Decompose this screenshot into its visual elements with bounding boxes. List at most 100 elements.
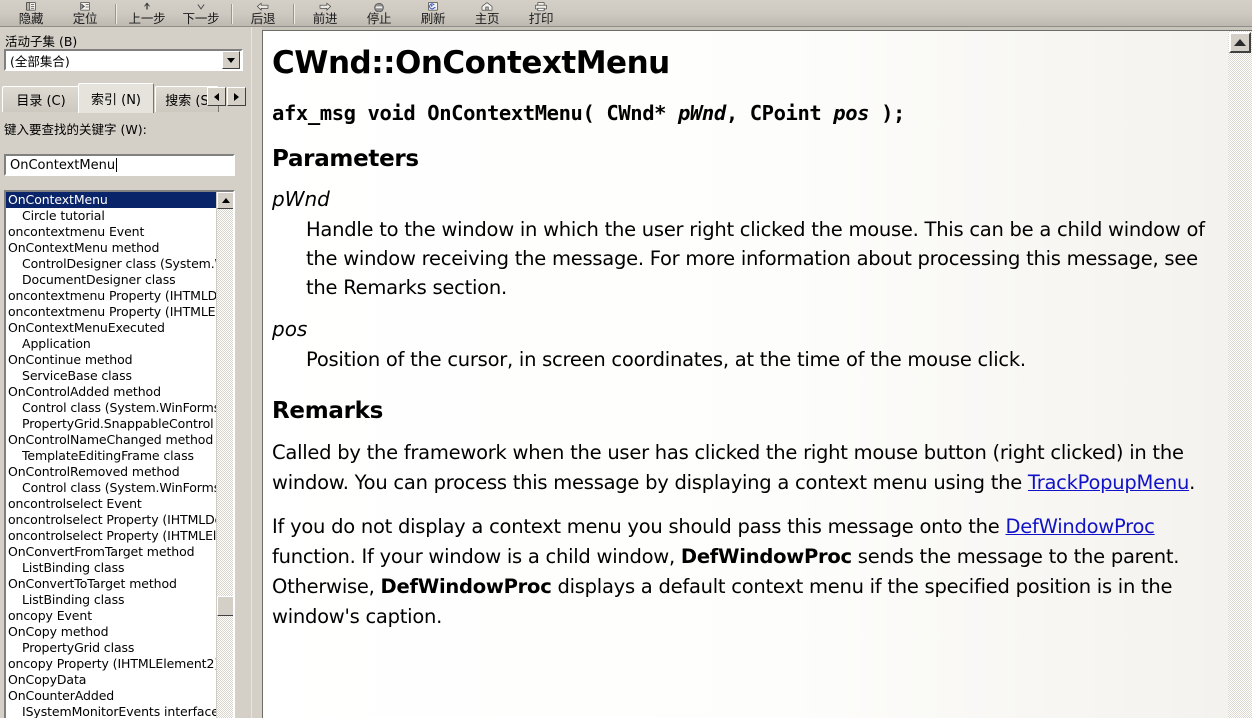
- list-item[interactable]: oncontrolselect Event: [6, 496, 220, 512]
- list-item[interactable]: PropertyGrid class: [6, 640, 220, 656]
- toolbar-separator: [115, 4, 117, 24]
- tab-contents[interactable]: 目录 (C): [2, 86, 80, 112]
- list-item[interactable]: Control class (System.WinForms): [6, 480, 220, 496]
- remarks-bold-defwindowproc: DefWindowProc: [380, 575, 552, 598]
- link-defwindowproc[interactable]: DefWindowProc: [1005, 515, 1154, 538]
- active-subset-label: 活动子集 (B): [5, 34, 78, 49]
- toolbar-button-hide[interactable]: 隐藏: [4, 0, 58, 26]
- page-title: CWnd::OnContextMenu: [272, 45, 670, 81]
- toolbar: 隐藏 定位 上一步 下一步 后退 前进 停止 刷新 主页 打印: [0, 0, 1252, 27]
- tab-label: 目录 (C): [16, 94, 66, 109]
- list-item[interactable]: OnConvertToTarget method: [6, 576, 220, 592]
- toolbar-button-label: 上一步: [128, 11, 166, 26]
- active-subset-dropdown[interactable]: (全部集合): [4, 49, 243, 71]
- text-caret: [116, 158, 118, 172]
- toolbar-button-label: 主页: [474, 11, 500, 26]
- list-item[interactable]: OnContextMenu: [6, 192, 220, 208]
- list-item[interactable]: OnControlNameChanged method: [6, 432, 220, 448]
- list-item[interactable]: OnContinue method: [6, 352, 220, 368]
- toolbar-button-locate[interactable]: 定位: [58, 0, 112, 26]
- index-results-list[interactable]: OnContextMenu Circle tutorial oncontextmen…: [4, 190, 235, 718]
- toolbar-button-label: 前进: [312, 11, 338, 26]
- remarks-text: If you do not display a context menu you…: [272, 515, 1006, 538]
- list-item[interactable]: oncontextmenu Property (IHTMLEl: [6, 304, 220, 320]
- list-item[interactable]: OnControlAdded method: [6, 384, 220, 400]
- signature-part-italic: pWnd: [678, 101, 726, 125]
- chevron-down-icon[interactable]: [222, 51, 240, 69]
- signature-part: afx_msg void OnContextMenu( CWnd*: [272, 101, 679, 125]
- remarks-text: .: [1189, 471, 1196, 494]
- toolbar-button-label: 下一步: [182, 11, 220, 26]
- toolbar-button-refresh[interactable]: 刷新: [406, 0, 460, 26]
- list-item[interactable]: OnCopy method: [6, 624, 220, 640]
- toolbar-button-label: 打印: [528, 11, 554, 26]
- parameter-name: pos: [272, 317, 308, 341]
- signature-part-italic: pos: [833, 101, 870, 125]
- tabstrip-scroll-right-button[interactable]: [227, 87, 246, 106]
- toolbar-button-label: 后退: [250, 11, 276, 26]
- list-item[interactable]: oncontextmenu Property (IHTMLD: [6, 288, 220, 304]
- toolbar-button-forward[interactable]: 前进: [298, 0, 352, 26]
- topic-pane: CWnd::OnContextMenu afx_msg void OnConte…: [262, 30, 1252, 718]
- list-item[interactable]: OnCopyData: [6, 672, 220, 688]
- tab-label: 索引 (N): [90, 93, 141, 108]
- list-item[interactable]: Control class (System.WinForms): [6, 400, 220, 416]
- toolbar-button-stop[interactable]: 停止: [352, 0, 406, 26]
- list-item[interactable]: Application: [6, 336, 220, 352]
- section-heading-remarks: Remarks: [272, 398, 384, 424]
- section-heading-parameters: Parameters: [272, 146, 419, 172]
- list-item[interactable]: ServiceBase class: [6, 368, 220, 384]
- topic-content: CWnd::OnContextMenu afx_msg void OnConte…: [263, 31, 1228, 718]
- remarks-paragraph-2: If you do not display a context menu you…: [272, 512, 1210, 632]
- nav-tabstrip: 目录 (C) 索引 (N) 搜索 (S: [0, 82, 251, 113]
- list-item[interactable]: DocumentDesigner class: [6, 272, 220, 288]
- signature-part: );: [869, 101, 905, 125]
- remarks-paragraph-1: Called by the framework when the user ha…: [272, 438, 1210, 498]
- list-item[interactable]: OnContextMenuExecuted: [6, 320, 220, 336]
- list-item[interactable]: ControlDesigner class (System.W: [6, 256, 220, 272]
- list-item[interactable]: TemplateEditingFrame class: [6, 448, 220, 464]
- function-signature: afx_msg void OnContextMenu( CWnd* pWnd, …: [272, 99, 1210, 127]
- toolbar-button-home[interactable]: 主页: [460, 0, 514, 26]
- keyword-field-label: 键入要查找的关键字 (W):: [4, 122, 147, 137]
- list-item[interactable]: OnControlRemoved method: [6, 464, 220, 480]
- scrollbar-thumb[interactable]: [217, 596, 233, 616]
- pane-splitter[interactable]: [251, 27, 262, 718]
- list-item[interactable]: oncontrolselect Property (IHTMLDo: [6, 512, 220, 528]
- index-list-rows: OnContextMenu Circle tutorial oncontextmen…: [6, 192, 220, 718]
- toolbar-button-label: 隐藏: [18, 11, 44, 26]
- list-item[interactable]: PropertyGrid.SnappableControl c: [6, 416, 220, 432]
- list-item[interactable]: OnCounterAdded: [6, 688, 220, 704]
- list-item[interactable]: ListBinding class: [6, 592, 220, 608]
- list-item[interactable]: OnConvertFromTarget method: [6, 544, 220, 560]
- toolbar-button-next[interactable]: 下一步: [174, 0, 228, 26]
- remarks-text: function. If your window is a child wind…: [272, 545, 681, 568]
- list-item[interactable]: ISystemMonitorEvents interface: [6, 704, 220, 718]
- scroll-up-button[interactable]: [1229, 32, 1251, 53]
- toolbar-button-label: 定位: [72, 11, 98, 26]
- list-item[interactable]: oncopy Event: [6, 608, 220, 624]
- list-item[interactable]: Circle tutorial: [6, 208, 220, 224]
- index-list-scrollbar[interactable]: [216, 192, 233, 718]
- keyword-input-value: OnContextMenu: [10, 157, 116, 173]
- signature-part: , CPoint: [725, 101, 834, 125]
- tab-index[interactable]: 索引 (N): [78, 83, 154, 113]
- toolbar-button-previous[interactable]: 上一步: [120, 0, 174, 26]
- toolbar-separator: [231, 4, 233, 24]
- toolbar-button-back[interactable]: 后退: [236, 0, 290, 26]
- remarks-bold-defwindowproc: DefWindowProc: [680, 545, 852, 568]
- list-item[interactable]: oncontrolselect Property (IHTMLEl: [6, 528, 220, 544]
- topic-scrollbar[interactable]: [1228, 31, 1252, 718]
- list-item[interactable]: ListBinding class: [6, 560, 220, 576]
- scroll-up-button[interactable]: [217, 192, 233, 209]
- link-trackpopupmenu[interactable]: TrackPopupMenu: [1028, 471, 1189, 494]
- toolbar-button-print[interactable]: 打印: [514, 0, 568, 26]
- active-subset-value: (全部集合): [10, 53, 70, 69]
- tabstrip-scroll-left-button[interactable]: [207, 87, 226, 106]
- toolbar-button-label: 停止: [366, 11, 392, 26]
- list-item[interactable]: oncontextmenu Event: [6, 224, 220, 240]
- list-item[interactable]: OnContextMenu method: [6, 240, 220, 256]
- navigation-pane: 活动子集 (B) (全部集合) 目录 (C) 索引 (N) 搜索 (S 键入要查…: [0, 27, 251, 718]
- list-item[interactable]: oncopy Property (IHTMLElement2): [6, 656, 220, 672]
- keyword-input[interactable]: OnContextMenu: [4, 154, 235, 176]
